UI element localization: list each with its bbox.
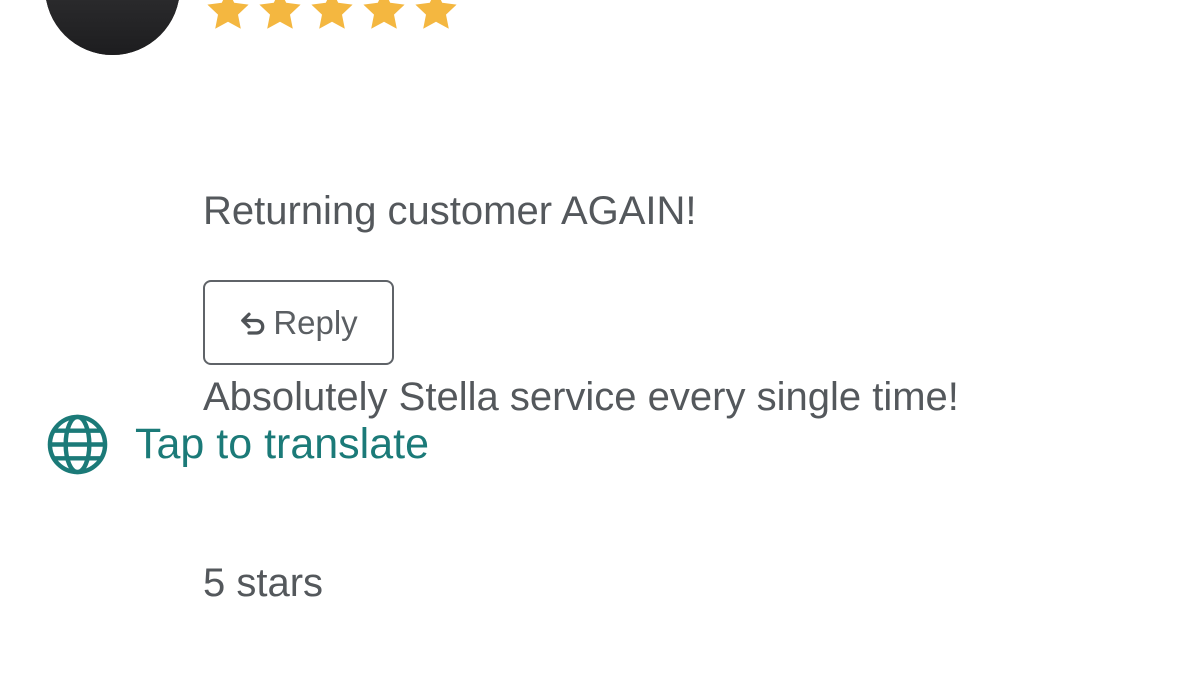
star-rating [204, 0, 460, 34]
review-text: Returning customer AGAIN! Absolutely Ste… [203, 56, 959, 676]
star-icon [415, 0, 457, 29]
star-icon [363, 0, 405, 29]
translate-link[interactable]: Tap to translate [46, 413, 429, 476]
star-icon [207, 0, 249, 29]
star-icon [311, 0, 353, 29]
avatar[interactable] [45, 0, 180, 55]
review-line: 5 stars [203, 561, 324, 605]
review-line: Returning customer AGAIN! [203, 189, 697, 233]
reply-label: Reply [273, 303, 358, 341]
translate-label: Tap to translate [135, 420, 430, 468]
reply-button[interactable]: Reply [203, 280, 394, 365]
star-icon [259, 0, 301, 29]
reply-arrow-icon [239, 308, 269, 338]
globe-icon [46, 413, 109, 476]
avatar-shirt [45, 0, 180, 55]
